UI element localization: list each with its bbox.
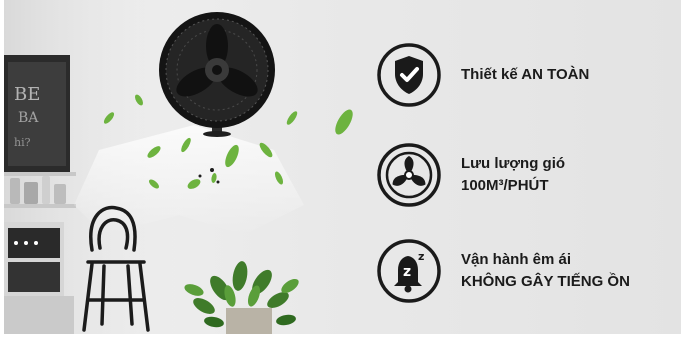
feature-airflow-line-1: Lưu lượng gió: [461, 155, 566, 172]
feature-airflow-line-2: 100M³/PHÚT: [461, 177, 549, 194]
feature-airflow-text: Lưu lượng gió 100M³/PHÚT: [461, 153, 565, 197]
svg-text:z: z: [403, 264, 411, 280]
feature-list: Thiết kế AN TOÀN Lưu lượng gió 100M³/PHÚ…: [376, 40, 681, 310]
svg-text:hi?: hi?: [14, 136, 31, 149]
svg-text:BA: BA: [18, 110, 39, 126]
feature-safety-line-1: Thiết kế AN TOÀN: [461, 66, 590, 83]
fan-icon: [376, 142, 442, 208]
banner: BE BA hi? Thiết kế AN TOÀN Lưu lượng gió…: [4, 0, 681, 334]
feature-airflow: Lưu lượng gió 100M³/PHÚT: [376, 140, 681, 210]
feature-quiet-text: Vận hành êm ái KHÔNG GÂY TIẾNG ỒN: [461, 249, 630, 293]
shield-check-icon: [376, 42, 442, 108]
svg-text:BE: BE: [14, 84, 40, 105]
alarm-bell-zzz-icon: z z: [376, 238, 442, 304]
feature-safety: Thiết kế AN TOÀN: [376, 40, 681, 110]
feature-quiet-line-1: Vận hành êm ái: [461, 251, 572, 268]
product-photo: BE BA hi?: [4, 0, 353, 334]
feature-safety-text: Thiết kế AN TOÀN: [461, 64, 589, 86]
bottom-margin: [0, 334, 681, 338]
feature-quiet-line-2: KHÔNG GÂY TIẾNG ỒN: [461, 273, 630, 290]
feature-quiet: z z Vận hành êm ái KHÔNG GÂY TIẾNG ỒN: [376, 236, 681, 306]
svg-text:z: z: [418, 250, 424, 263]
